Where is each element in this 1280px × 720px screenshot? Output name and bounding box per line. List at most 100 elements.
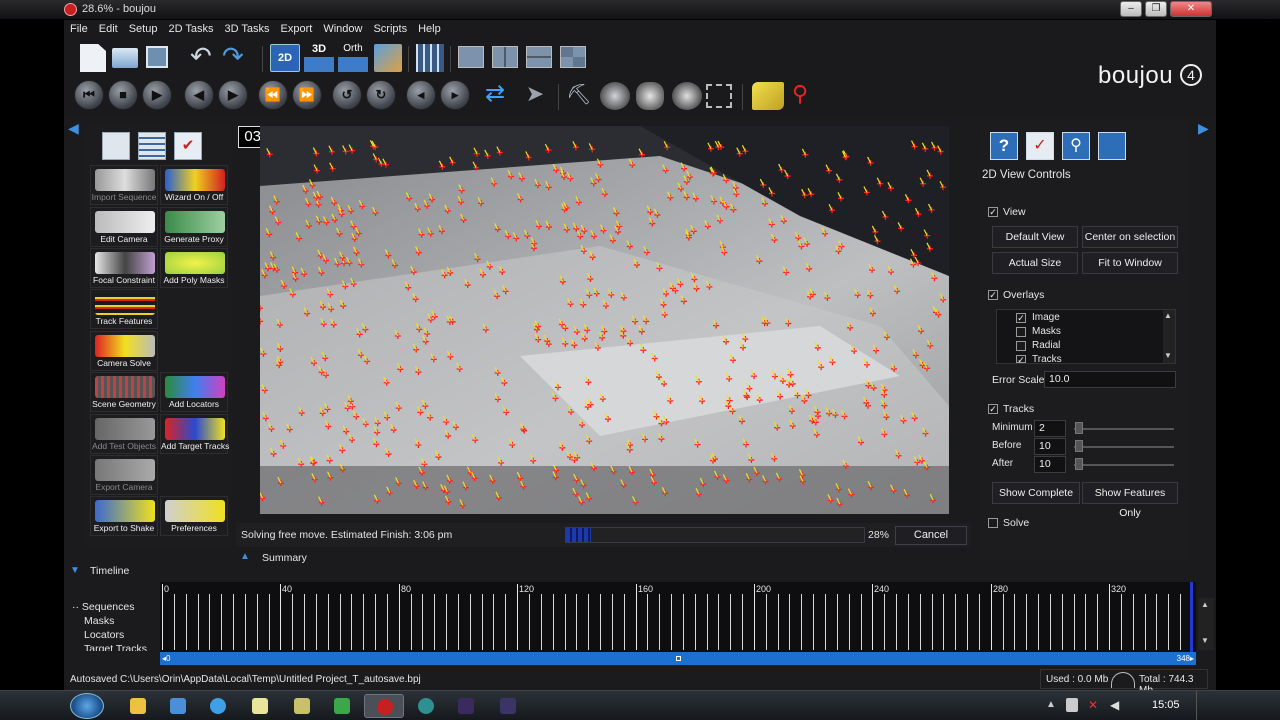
play-range-end-button[interactable]: ↻	[366, 80, 396, 110]
tool-track-features[interactable]: Track Features	[90, 289, 158, 329]
timeline-scroll-down-icon[interactable]: ▼	[1201, 636, 1209, 645]
paint-track-icon[interactable]	[752, 82, 784, 110]
menu-help[interactable]: Help	[412, 21, 446, 35]
help-icon[interactable]: ?	[990, 132, 1018, 160]
step-back-button[interactable]: ◀	[184, 80, 214, 110]
graph-view-icon[interactable]	[374, 44, 402, 72]
timeline-ruler[interactable]: 0 40 80 120 160 200 240 280 320	[160, 582, 1196, 652]
taskbar-app-8[interactable]	[406, 694, 446, 718]
tools-tab-icon[interactable]	[102, 132, 130, 160]
minimize-button[interactable]: –	[1120, 1, 1142, 17]
tool-scene-geometry[interactable]: Scene Geometry	[90, 372, 158, 412]
tree-item-sequences[interactable]: ·· Sequences	[72, 601, 158, 615]
overlay-image-checkbox[interactable]: ✓	[1016, 313, 1026, 323]
tool-generate-proxy[interactable]: Generate Proxy	[160, 207, 228, 247]
locator-pin-icon[interactable]: ⚲	[792, 82, 818, 108]
layout-single-icon[interactable]	[458, 46, 484, 68]
menu-2d-tasks[interactable]: 2D Tasks	[162, 21, 218, 35]
taskbar-media-player[interactable]	[158, 694, 198, 718]
collapse-right-panel-icon[interactable]: ▶	[1198, 120, 1209, 137]
step-forward-button[interactable]: ▶	[218, 80, 248, 110]
frame-selection-icon[interactable]	[706, 84, 732, 108]
scroll-down-icon[interactable]: ▼	[1164, 351, 1172, 360]
scroll-up-icon[interactable]: ▲	[1164, 311, 1172, 320]
tool-wizard-on-off[interactable]: Wizard On / Off	[160, 165, 228, 205]
after-slider[interactable]	[1074, 464, 1174, 466]
default-view-button[interactable]: Default View	[992, 226, 1078, 248]
view-orth-button[interactable]: Orth	[338, 42, 368, 72]
taskbar-boujou[interactable]	[364, 694, 404, 718]
fit-to-window-button[interactable]: Fit to Window	[1082, 252, 1178, 274]
menu-window[interactable]: Window	[317, 21, 367, 35]
tray-device-icon[interactable]	[1066, 698, 1078, 712]
before-slider-thumb[interactable]	[1075, 440, 1083, 452]
range-start-handle[interactable]: ◂0	[162, 652, 170, 665]
minimum-input[interactable]: 2	[1034, 420, 1066, 437]
ping-pong-icon[interactable]: ➤	[520, 82, 550, 108]
grid-view-icon[interactable]	[416, 44, 444, 72]
range-end-handle[interactable]: 348▸	[1177, 652, 1194, 665]
minimum-slider-thumb[interactable]	[1075, 422, 1083, 434]
tool-preferences[interactable]: Preferences	[160, 496, 228, 536]
before-input[interactable]: 10	[1034, 438, 1066, 455]
tool-edit-camera[interactable]: Edit Camera	[90, 207, 158, 247]
stop-button[interactable]: ■	[108, 80, 138, 110]
tracks-checkbox[interactable]: ✓	[988, 404, 998, 414]
actual-size-button[interactable]: Actual Size	[992, 252, 1078, 274]
play-range-start-button[interactable]: ↺	[332, 80, 362, 110]
menu-scripts[interactable]: Scripts	[367, 21, 412, 35]
tree-item-masks[interactable]: Masks	[72, 615, 158, 629]
minimum-slider[interactable]	[1074, 428, 1174, 430]
tree-item-locators[interactable]: Locators	[72, 629, 158, 643]
jog-forward-button[interactable]: ▸	[440, 80, 470, 110]
taskbar-premiere[interactable]	[446, 694, 486, 718]
current-frame-marker[interactable]	[1190, 582, 1193, 652]
menu-edit[interactable]: Edit	[93, 21, 123, 35]
show-features-only-button[interactable]: Show Features Only	[1082, 482, 1178, 519]
overlays-scrollbar[interactable]: ▲ ▼	[1163, 310, 1175, 363]
after-input[interactable]: 10	[1034, 456, 1066, 473]
jog-back-button[interactable]: ◂	[406, 80, 436, 110]
frame-range-bar[interactable]: ◂0 348▸	[160, 652, 1196, 665]
tool-camera-solve[interactable]: Camera Solve	[90, 331, 158, 371]
next-key-button[interactable]: ⏩	[292, 80, 322, 110]
zoom-tool-icon[interactable]	[672, 82, 702, 110]
taskbar-chrome[interactable]	[198, 694, 238, 718]
close-button[interactable]: ✕	[1170, 1, 1212, 17]
before-slider[interactable]	[1074, 446, 1174, 448]
tray-volume-icon[interactable]: ◀	[1110, 698, 1124, 712]
overlay-radial-checkbox[interactable]	[1016, 341, 1026, 351]
orbit-tool-icon[interactable]	[600, 82, 630, 110]
tray-expand-icon[interactable]: ▲	[1046, 699, 1056, 710]
new-project-icon[interactable]	[80, 44, 106, 72]
boujou-app-icon[interactable]	[64, 3, 77, 16]
solve-checkbox[interactable]	[988, 518, 998, 528]
summary-expand-icon[interactable]: ▲	[240, 551, 250, 562]
select-tool-icon[interactable]: ⛏	[566, 84, 592, 108]
layout-quad-icon[interactable]	[560, 46, 586, 68]
overlay-masks-checkbox[interactable]	[1016, 327, 1026, 337]
layout-split-vertical-icon[interactable]	[492, 46, 518, 68]
cancel-button[interactable]: Cancel	[895, 526, 967, 545]
timeline-scroll-up-icon[interactable]: ▲	[1201, 600, 1209, 609]
2d-viewport[interactable]	[260, 126, 949, 514]
collapse-left-panel-icon[interactable]: ◀	[68, 120, 79, 137]
tray-network-icon[interactable]: ✕	[1088, 698, 1102, 712]
tool-add-locators[interactable]: Add Locators	[160, 372, 228, 412]
view-2d-button[interactable]: 2D	[270, 44, 300, 72]
cube-icon[interactable]	[1098, 132, 1126, 160]
loop-icon[interactable]: ⇄	[480, 82, 510, 108]
taskbar-explorer[interactable]	[118, 694, 158, 718]
taskbar-app-5[interactable]	[282, 694, 322, 718]
after-slider-thumb[interactable]	[1075, 458, 1083, 470]
tree-item-target-tracks[interactable]: Target Tracks	[72, 643, 158, 651]
play-button[interactable]: ▶	[142, 80, 172, 110]
tool-focal-constraint[interactable]: Focal Constraint	[90, 248, 158, 288]
overlays-checkbox[interactable]: ✓	[988, 290, 998, 300]
taskbar-notes[interactable]	[240, 694, 280, 718]
tool-export-to-shake[interactable]: Export to Shake	[90, 496, 158, 536]
menu-3d-tasks[interactable]: 3D Tasks	[219, 21, 275, 35]
view-3d-button[interactable]: 3D	[304, 42, 334, 72]
error-scale-input[interactable]: 10.0	[1044, 371, 1176, 388]
previous-key-button[interactable]: ⏪	[258, 80, 288, 110]
